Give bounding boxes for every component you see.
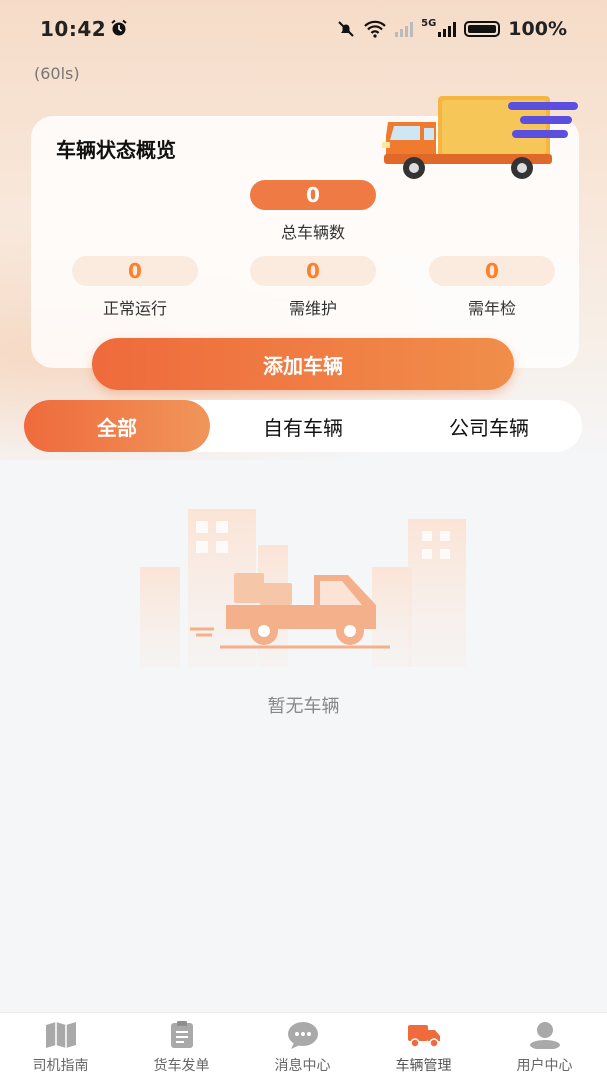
signal-sim2-icon: [438, 21, 457, 37]
network-5g-label: 5G: [421, 18, 437, 29]
nav-label-driver-guide: 司机指南: [32, 1058, 89, 1074]
battery-level: 100%: [508, 18, 567, 40]
stat-maintenance-value: 0: [250, 256, 376, 286]
nav-label-messages: 消息中心: [274, 1058, 331, 1074]
map-icon: [46, 1022, 76, 1048]
stat-inspection-label: 需年检: [467, 299, 516, 318]
nav-label-user-center: 用户中心: [516, 1058, 573, 1074]
nav-item-user-center[interactable]: 用户中心: [484, 1013, 605, 1081]
add-vehicle-button[interactable]: 添加车辆: [92, 338, 514, 390]
truck-illustration-icon: [382, 96, 578, 179]
user-icon: [530, 1022, 560, 1049]
nav-item-driver-guide[interactable]: 司机指南: [0, 1013, 121, 1081]
stat-normal-label: 正常运行: [102, 299, 167, 318]
tab-company-vehicles[interactable]: 公司车辆: [396, 400, 582, 452]
truck-icon: [408, 1025, 440, 1048]
status-time: 10:42: [40, 17, 107, 41]
header-tag: (60ls): [34, 64, 80, 83]
nav-item-truck-order[interactable]: 货车发单: [121, 1013, 242, 1081]
total-vehicles-value: 0: [250, 180, 376, 210]
nav-label-truck-order: 货车发单: [153, 1058, 210, 1074]
chat-bubble-icon: [288, 1022, 318, 1049]
stat-normal-value: 0: [72, 256, 198, 286]
stat-inspection-value: 0: [429, 256, 555, 286]
clipboard-icon: [171, 1021, 193, 1048]
empty-state-text: 暂无车辆: [267, 696, 340, 717]
vehicle-filter-tabs: 全部 自有车辆 公司车辆: [24, 400, 582, 452]
nav-label-vehicle-management: 车辆管理: [395, 1058, 452, 1074]
battery-icon: [464, 21, 501, 37]
stat-maintenance-label: 需维护: [288, 299, 337, 318]
overview-title: 车辆状态概览: [56, 138, 176, 162]
tab-own-vehicles[interactable]: 自有车辆: [210, 400, 396, 452]
alarm-icon: [111, 19, 127, 36]
status-bar: 10:42 5G 100%: [0, 0, 607, 60]
signal-sim1-icon: [395, 21, 414, 37]
mute-bell-icon: [338, 21, 354, 37]
wifi-icon: [364, 20, 386, 38]
tab-all[interactable]: 全部: [24, 400, 210, 452]
nav-item-messages[interactable]: 消息中心: [242, 1013, 363, 1081]
status-icons: 5G 100%: [337, 18, 567, 40]
nav-item-vehicle-management[interactable]: 车辆管理: [363, 1013, 484, 1081]
total-vehicles-label: 总车辆数: [280, 223, 345, 242]
empty-truck-illustration-icon: [140, 509, 466, 667]
bottom-navigation: 司机指南 货车发单 消息中心 车辆管理 用户中心: [0, 1012, 607, 1081]
